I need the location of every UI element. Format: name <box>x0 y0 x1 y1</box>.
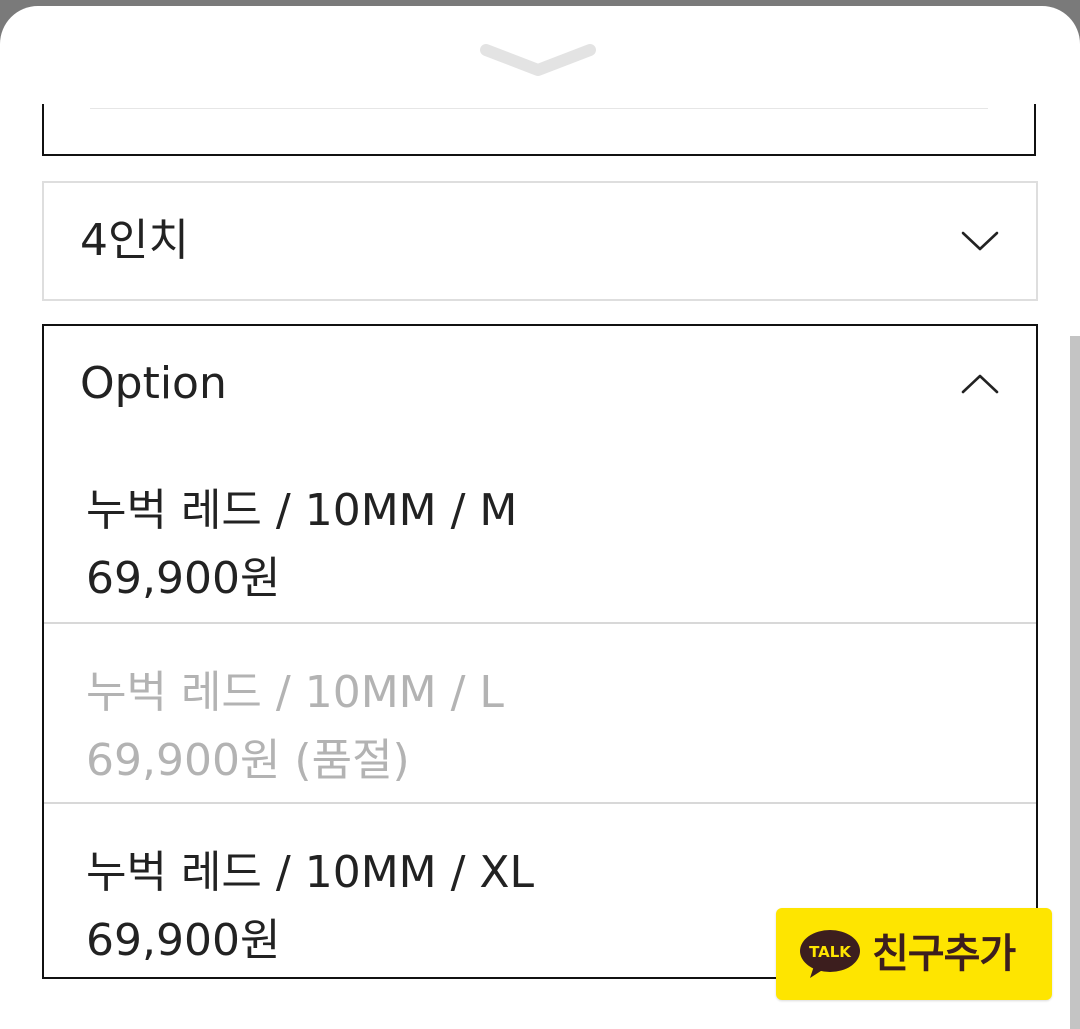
talk-icon-text: TALK <box>809 943 852 961</box>
kakao-talk-icon: TALK <box>800 930 860 978</box>
option-item-m[interactable]: 누벅 레드 / 10MM / M 69,900원 <box>44 442 1036 620</box>
option-name: 누벅 레드 / 10MM / XL <box>86 847 535 898</box>
option-dropdown-list: 누벅 레드 / 10MM / M 69,900원 누벅 레드 / 10MM / … <box>42 442 1038 979</box>
scrollbar[interactable] <box>1070 336 1080 1029</box>
sheet-collapse-handle[interactable] <box>478 42 598 82</box>
option-name: 누벅 레드 / 10MM / L <box>86 667 504 718</box>
chevron-up-icon <box>961 374 999 394</box>
size-select[interactable]: 4인치 <box>42 181 1038 301</box>
option-price: 69,900원 <box>86 553 281 604</box>
option-price: 69,900원 (품절) <box>86 735 410 786</box>
chevron-down-icon <box>480 44 596 76</box>
kakao-button-label: 친구추가 <box>872 931 1016 977</box>
kakao-add-friend-button[interactable]: TALK 친구추가 <box>776 908 1052 1000</box>
option-item-l-sold-out: 누벅 레드 / 10MM / L 69,900원 (품절) <box>44 624 1036 802</box>
bottom-sheet: 4인치 Option 누벅 레드 / 10MM / M 69,900원 누벅 레… <box>0 6 1080 1029</box>
size-select-value: 4인치 <box>80 215 189 266</box>
previous-select-field[interactable] <box>42 104 1036 156</box>
option-name: 누벅 레드 / 10MM / M <box>86 485 518 536</box>
option-select-placeholder: Option <box>80 358 227 409</box>
divider <box>90 108 988 109</box>
chevron-down-icon <box>961 231 999 251</box>
option-select[interactable]: Option <box>42 324 1038 444</box>
option-price: 69,900원 <box>86 915 281 966</box>
